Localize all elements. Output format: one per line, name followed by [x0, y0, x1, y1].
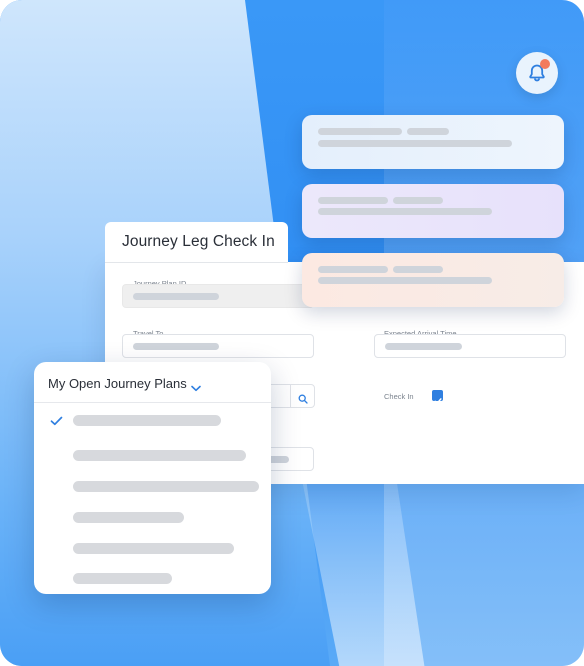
placeholder-line — [318, 140, 512, 147]
dropdown-header[interactable]: My Open Journey Plans — [34, 362, 271, 403]
notification-card[interactable] — [302, 184, 564, 238]
placeholder-line — [318, 266, 388, 273]
search-button[interactable] — [290, 384, 315, 408]
notification-bell-button[interactable] — [516, 52, 558, 94]
list-item[interactable] — [73, 450, 246, 461]
search-icon — [298, 391, 308, 404]
placeholder-line — [318, 197, 388, 204]
placeholder-line — [133, 293, 219, 300]
placeholder-line — [407, 128, 449, 135]
dropdown-title: My Open Journey Plans — [48, 376, 187, 391]
list-item[interactable] — [73, 573, 172, 584]
list-item[interactable] — [73, 512, 184, 523]
open-journey-plans-dropdown: My Open Journey Plans — [34, 362, 271, 594]
list-item[interactable] — [73, 481, 259, 492]
tab-journey-leg-check-in[interactable]: Journey Leg Check In — [105, 222, 288, 263]
checkmark-icon — [50, 413, 63, 426]
travel-to-field[interactable] — [122, 334, 314, 358]
expected-arrival-time-field[interactable] — [374, 334, 566, 358]
checkmark-icon — [434, 392, 442, 404]
placeholder-line — [393, 266, 443, 273]
list-item[interactable] — [73, 415, 221, 426]
check-in-checkbox[interactable] — [432, 390, 443, 404]
form-title: Journey Leg Check In — [122, 233, 275, 250]
journey-plan-id-field[interactable] — [122, 284, 314, 308]
notification-card[interactable] — [302, 115, 564, 169]
placeholder-line — [318, 277, 492, 284]
chevron-down-icon[interactable] — [191, 379, 201, 392]
placeholder-line — [393, 197, 443, 204]
notification-card[interactable] — [302, 253, 564, 307]
hero-canvas: Journey Leg Check In Journey Plan ID Tra… — [0, 0, 584, 666]
unread-badge — [540, 59, 550, 69]
placeholder-line — [318, 128, 402, 135]
placeholder-line — [318, 208, 492, 215]
placeholder-line — [385, 343, 462, 350]
placeholder-line — [133, 343, 219, 350]
check-in-label: Check In — [384, 392, 414, 401]
list-item[interactable] — [73, 543, 234, 554]
